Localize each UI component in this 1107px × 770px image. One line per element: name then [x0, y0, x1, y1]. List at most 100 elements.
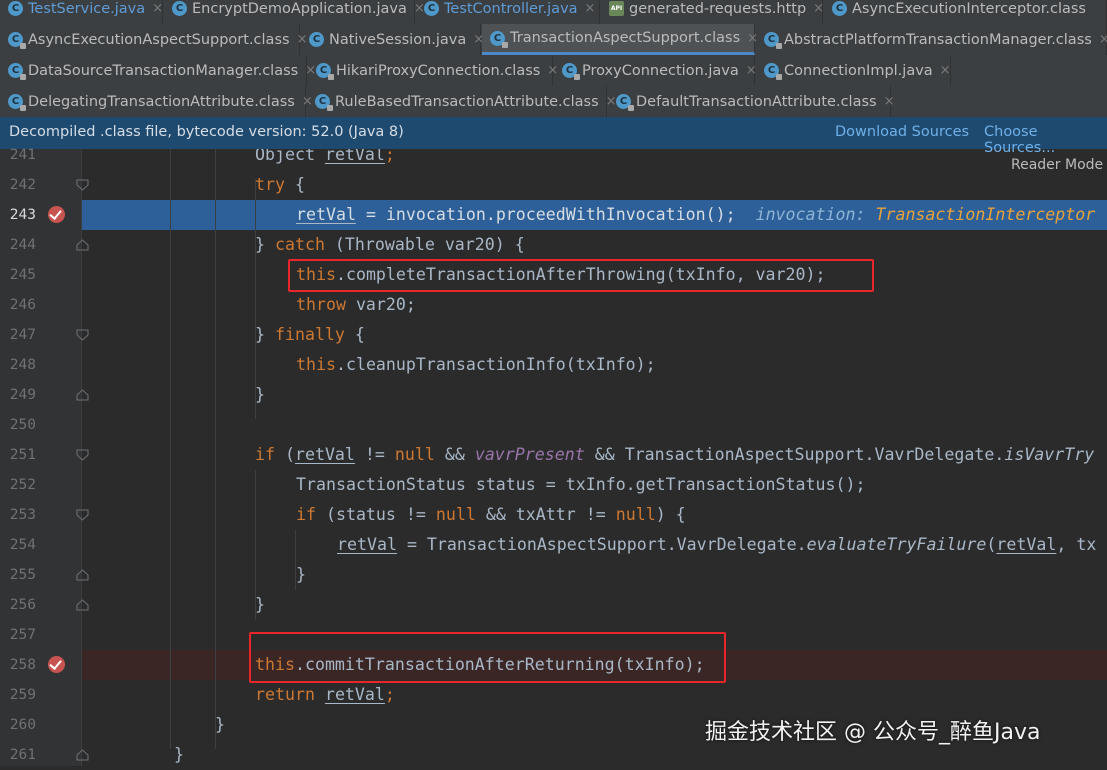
line-number: 251	[9, 447, 36, 463]
line-number: 258	[9, 657, 36, 673]
token-static-method: isVavrTry	[1004, 445, 1095, 464]
token-text: }	[255, 385, 265, 404]
token-text: = TransactionAspectSupport.VavrDelegate.	[396, 535, 807, 554]
tab-test-service[interactable]: C TestService.java ×	[0, 0, 163, 24]
tab-row-1: C TestService.java × C EncryptDemoApplic…	[0, 0, 1107, 24]
tab-hikari-proxy-connection[interactable]: C HikariProxyConnection.class ×	[308, 55, 558, 86]
tab-rule-based-transaction-attribute[interactable]: C RuleBasedTransactionAttribute.class ×	[307, 86, 617, 117]
token-keyword: if	[255, 445, 275, 464]
tab-label: NativeSession.java	[329, 31, 467, 48]
close-icon[interactable]: ×	[813, 1, 824, 16]
tab-label: DataSourceTransactionManager.class	[28, 62, 299, 79]
tab-label: AsyncExecutionInterceptor.class	[852, 0, 1086, 17]
lock-icon	[328, 74, 334, 80]
line-number: 250	[9, 417, 36, 433]
tab-label: EncryptDemoApplication.java	[192, 0, 407, 17]
token-text: !=	[354, 445, 395, 464]
token-variable: retVal	[324, 685, 385, 704]
code-line-243: retVal = invocation.proceedWithInvocatio…	[296, 200, 1095, 230]
token-text: ) {	[655, 505, 686, 524]
lock-icon	[776, 43, 782, 49]
code-line-247: } finally {	[255, 320, 365, 350]
tab-default-transaction-attribute[interactable]: C DefaultTransactionAttribute.class ×	[608, 86, 894, 117]
token-text: = invocation.proceedWithInvocation();	[355, 205, 736, 224]
icon-letter: C	[11, 96, 20, 107]
class-icon: C	[172, 1, 187, 16]
token-text: TransactionStatus status = txInfo.getTra…	[296, 475, 866, 494]
tab-proxy-connection[interactable]: C ProxyConnection.java ×	[554, 55, 757, 86]
code-editor[interactable]: Object retVal; try { retVal = invocation…	[82, 149, 1107, 766]
token-text: }	[215, 715, 225, 734]
token-keyword: this	[296, 355, 336, 374]
lock-icon	[327, 105, 333, 111]
tab-test-controller[interactable]: C TestController.java ×	[416, 0, 600, 24]
tab-async-execution-interceptor[interactable]: C AsyncExecutionInterceptor.class	[824, 0, 1107, 24]
class-icon: C	[315, 94, 333, 111]
class-icon: C	[8, 32, 26, 49]
token-text: && TransactionAspectSupport.VavrDelegate…	[584, 445, 1005, 464]
icon-letter: C	[11, 34, 20, 45]
code-line-252: TransactionStatus status = txInfo.getTra…	[296, 470, 865, 500]
close-icon[interactable]: ×	[884, 94, 895, 109]
tab-encrypt-demo-application[interactable]: C EncryptDemoApplication.java ×	[164, 0, 425, 24]
code-line-253: if (status != null && txAttr != null) {	[296, 500, 686, 530]
token-punct: ;	[384, 149, 395, 164]
token-variable: retVal	[996, 535, 1057, 554]
token-text: }	[255, 325, 275, 344]
token-text: (	[986, 535, 997, 554]
tab-label: HikariProxyConnection.class	[336, 62, 541, 79]
lock-icon	[628, 105, 634, 111]
line-number: 247	[9, 327, 36, 343]
tab-connection-impl[interactable]: C ConnectionImpl.java ×	[756, 55, 951, 86]
icon-letter: C	[619, 96, 628, 107]
tab-row-3: C DataSourceTransactionManager.class × C…	[0, 55, 1107, 86]
token-keyword: null	[435, 505, 476, 524]
tab-native-session[interactable]: C NativeSession.java ×	[301, 24, 484, 55]
class-icon: C	[8, 1, 23, 16]
close-icon[interactable]: ×	[940, 63, 951, 78]
tab-datasource-transaction-manager[interactable]: C DataSourceTransactionManager.class ×	[0, 55, 316, 86]
code-line-261: }	[174, 740, 184, 766]
tab-abstract-platform-transaction-manager[interactable]: C AbstractPlatformTransactionManager.cla…	[756, 24, 1107, 55]
tab-async-execution-aspect-support[interactable]: C AsyncExecutionAspectSupport.class ×	[0, 24, 307, 55]
code-line-248: this.cleanupTransactionInfo(txInfo);	[296, 350, 656, 380]
indent-guide	[215, 149, 216, 749]
code-line-244: } catch (Throwable var20) {	[255, 230, 525, 260]
highlight-box-after-returning	[249, 632, 726, 683]
tab-generated-requests[interactable]: API generated-requests.http ×	[601, 0, 824, 24]
banner-message: Decompiled .class file, bytecode version…	[9, 124, 404, 140]
lock-icon	[776, 74, 782, 80]
line-number: 256	[9, 597, 36, 613]
tab-transaction-aspect-support[interactable]: C TransactionAspectSupport.class ×	[482, 24, 758, 55]
tab-delegating-transaction-attribute[interactable]: C DelegatingTransactionAttribute.class ×	[0, 86, 313, 117]
download-sources-link[interactable]: Download Sources	[835, 124, 969, 140]
close-icon[interactable]: ×	[585, 1, 596, 16]
breakpoint-icon[interactable]	[48, 656, 65, 673]
reader-mode-toggle[interactable]: Reader Mode	[1011, 157, 1103, 173]
token-punct: ;	[384, 685, 395, 704]
tab-label: ConnectionImpl.java	[784, 62, 933, 79]
token-text: &&	[434, 445, 475, 464]
token-static-method: evaluateTryFailure	[806, 535, 987, 554]
class-icon: C	[562, 63, 580, 80]
close-icon[interactable]: ×	[1099, 32, 1107, 47]
line-number: 246	[9, 297, 36, 313]
highlight-box-after-throwing	[288, 259, 874, 292]
class-icon: C	[490, 30, 508, 48]
token-text: }	[174, 745, 184, 764]
editor-gutter: 241 242 243 244 245 246 247 248 249 250 …	[0, 147, 89, 766]
line-number: 259	[9, 687, 36, 703]
class-icon: C	[764, 32, 782, 49]
breakpoint-icon[interactable]	[48, 206, 65, 223]
watermark: 掘金技术社区 @ 公众号_醉鱼Java	[705, 720, 1041, 745]
tab-label: RuleBasedTransactionAttribute.class	[335, 93, 599, 110]
token-variable: retVal	[337, 535, 397, 554]
code-line-242: try {	[255, 170, 305, 200]
close-icon[interactable]: ×	[152, 1, 163, 16]
tab-label: TestController.java	[444, 0, 578, 17]
line-number: 241	[9, 147, 36, 163]
token-static-field: vavrPresent	[474, 445, 585, 464]
editor-tab-bar: C TestService.java × C EncryptDemoApplic…	[0, 0, 1107, 117]
tab-label: AbstractPlatformTransactionManager.class	[784, 31, 1092, 48]
lock-icon	[20, 105, 26, 111]
